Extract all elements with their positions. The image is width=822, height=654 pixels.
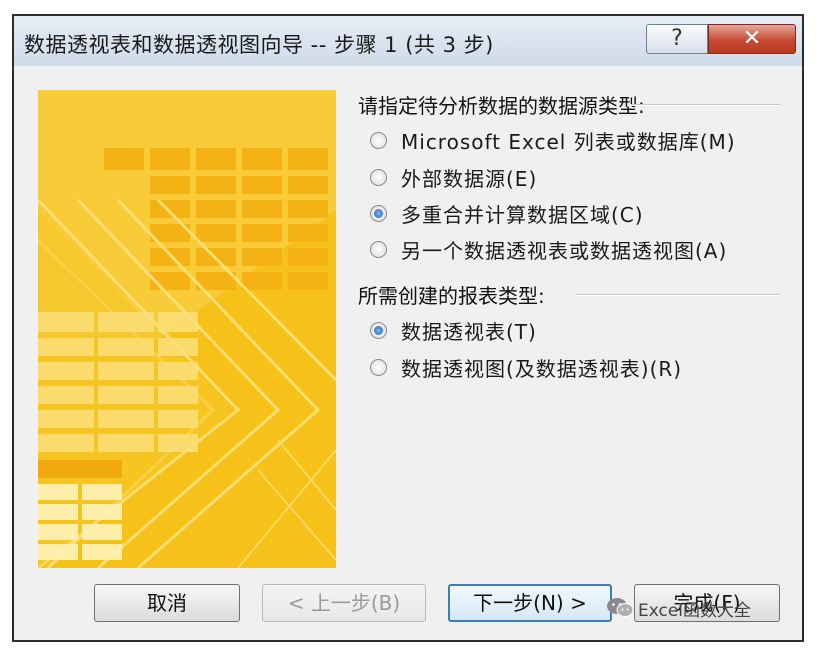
radio-multiple-ranges-label: 多重合并计算数据区域(C) <box>401 202 644 227</box>
radio-pivot-chart[interactable]: 数据透视图(及数据透视表)(R) <box>370 351 682 383</box>
radio-pivot-chart-label: 数据透视图(及数据透视表)(R) <box>401 356 683 381</box>
dialog-body: 请指定待分析数据的数据源类型: Microsoft Excel 列表或数据库(M… <box>14 66 802 640</box>
window-title: 数据透视表和数据透视图向导 -- 步骤 1 (共 3 步) <box>24 33 494 57</box>
watermark: Excel函数大全 <box>606 592 751 624</box>
wechat-icon <box>606 597 634 619</box>
radio-pivot-table-button[interactable] <box>370 321 387 339</box>
radio-excel-list-label: Microsoft Excel 列表或数据库(M) <box>401 129 736 154</box>
radio-pivot-chart-button[interactable] <box>370 358 387 376</box>
radio-external-source[interactable]: 外部数据源(E) <box>370 161 537 193</box>
wizard-illustration <box>38 90 336 568</box>
close-button[interactable]: ✕ <box>708 24 796 54</box>
watermark-text: Excel函数大全 <box>638 600 752 621</box>
radio-pivot-table[interactable]: 数据透视表(T) <box>370 314 537 346</box>
radio-pivot-table-label: 数据透视表(T) <box>401 319 537 344</box>
title-bar[interactable]: 数据透视表和数据透视图向导 -- 步骤 1 (共 3 步) ? ✕ <box>14 16 802 66</box>
report-separator <box>576 294 780 296</box>
source-type-label: 请指定待分析数据的数据源类型: <box>358 94 645 118</box>
radio-excel-list-button[interactable] <box>370 131 387 149</box>
radio-external-source-label: 外部数据源(E) <box>401 166 538 191</box>
help-button[interactable]: ? <box>646 24 708 54</box>
radio-another-pivot-button[interactable] <box>370 240 387 258</box>
radio-external-source-button[interactable] <box>370 168 387 186</box>
cancel-button[interactable]: 取消 <box>94 584 240 622</box>
help-icon: ? <box>671 26 683 51</box>
radio-another-pivot[interactable]: 另一个数据透视表或数据透视图(A) <box>370 233 727 265</box>
next-button[interactable]: 下一步(N) > <box>448 584 612 622</box>
back-button[interactable]: < 上一步(B) <box>262 584 426 622</box>
radio-excel-list[interactable]: Microsoft Excel 列表或数据库(M) <box>370 124 736 156</box>
pivot-wizard-dialog: 数据透视表和数据透视图向导 -- 步骤 1 (共 3 步) ? ✕ 请指定待分析… <box>12 14 804 642</box>
wizard-illustration-art <box>38 90 336 568</box>
source-separator <box>632 104 780 106</box>
radio-another-pivot-label: 另一个数据透视表或数据透视图(A) <box>401 238 728 263</box>
report-type-label: 所需创建的报表类型: <box>358 284 545 308</box>
radio-multiple-ranges-button[interactable] <box>370 204 387 222</box>
radio-multiple-ranges[interactable]: 多重合并计算数据区域(C) <box>370 197 644 229</box>
close-icon: ✕ <box>742 26 762 51</box>
